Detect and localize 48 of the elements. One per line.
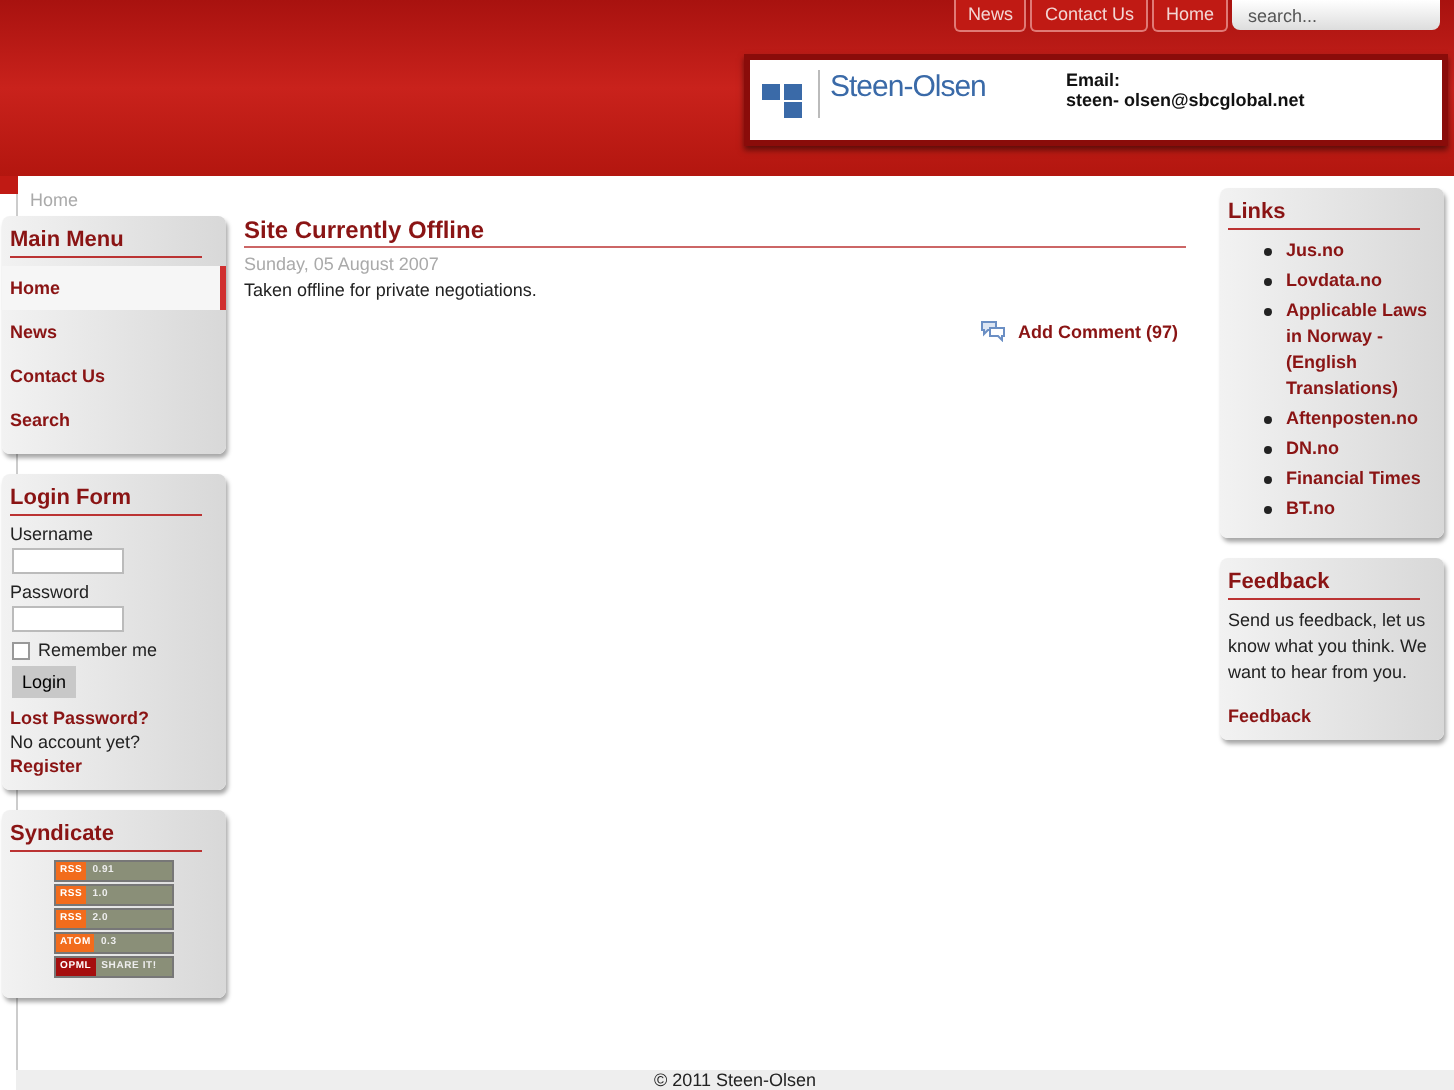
bullet-icon — [1264, 506, 1272, 514]
link-item[interactable]: BT.no — [1286, 496, 1335, 522]
no-account-text: No account yet? — [10, 732, 143, 752]
panel-title: Feedback — [1228, 570, 1420, 600]
feedback-link[interactable]: Feedback — [1228, 706, 1436, 726]
link-item[interactable]: Financial Times — [1286, 466, 1421, 492]
bullet-icon — [1264, 416, 1272, 424]
speech-bubbles-icon — [979, 320, 1006, 342]
article-date: Sunday, 05 August 2007 — [244, 254, 441, 274]
field-label: Password — [10, 582, 92, 602]
nav-link[interactable]: Home — [1151, 0, 1228, 32]
article-text: Taken offline for private negotiations. — [244, 280, 539, 300]
panel-title: Links — [1228, 200, 1420, 230]
menu-item[interactable]: Search — [2, 398, 226, 442]
menu-item[interactable]: News — [2, 310, 226, 354]
link-item[interactable]: Aftenposten.no — [1286, 406, 1418, 432]
nav-link[interactable]: News — [953, 0, 1027, 32]
register-link[interactable]: Register — [10, 756, 218, 776]
email-label: Email: — [1066, 70, 1123, 90]
menu-item[interactable]: Contact Us — [2, 354, 226, 398]
footer-text: © 2011 Steen-Olsen — [16, 1070, 1454, 1090]
bullet-icon — [1264, 308, 1272, 316]
remember-checkbox[interactable] — [12, 641, 30, 659]
search-field[interactable]: search... — [1232, 0, 1440, 30]
panel-title: Login Form — [10, 486, 202, 516]
checkbox-label: Remember me — [38, 640, 158, 660]
link-item[interactable]: DN.no — [1286, 436, 1339, 462]
email-address: steen- olsen@sbcglobal.net — [1066, 90, 1305, 110]
add-comment-link[interactable]: Add Comment (97) — [1017, 321, 1178, 341]
article-title: Site Currently Offline — [244, 216, 1186, 248]
login-button[interactable]: Login — [12, 666, 77, 698]
menu-item[interactable]: Home — [2, 266, 226, 310]
field-label: Username — [10, 524, 96, 544]
link-item[interactable]: Applicable Laws in Norway - (English Translations) — [1286, 298, 1436, 402]
bullet-icon — [1264, 476, 1272, 484]
nav-link[interactable]: Contact Us — [1030, 0, 1148, 32]
bullet-icon — [1264, 248, 1272, 256]
bullet-icon — [1264, 278, 1272, 286]
logo-text: Steen-Olsen — [830, 70, 988, 104]
password-field[interactable] — [12, 606, 124, 632]
feedback-text: Send us feedback, let us know what you think. We want to hear from you. — [1228, 608, 1429, 686]
panel-title: Syndicate — [10, 822, 202, 852]
lost-password-link[interactable]: Lost Password? — [10, 708, 218, 728]
username-field[interactable] — [12, 548, 124, 574]
link-item[interactable]: Jus.no — [1286, 238, 1345, 264]
link-item[interactable]: Lovdata.no — [1286, 268, 1383, 294]
bullet-icon — [1264, 446, 1272, 454]
panel-title: Main Menu — [10, 228, 202, 258]
